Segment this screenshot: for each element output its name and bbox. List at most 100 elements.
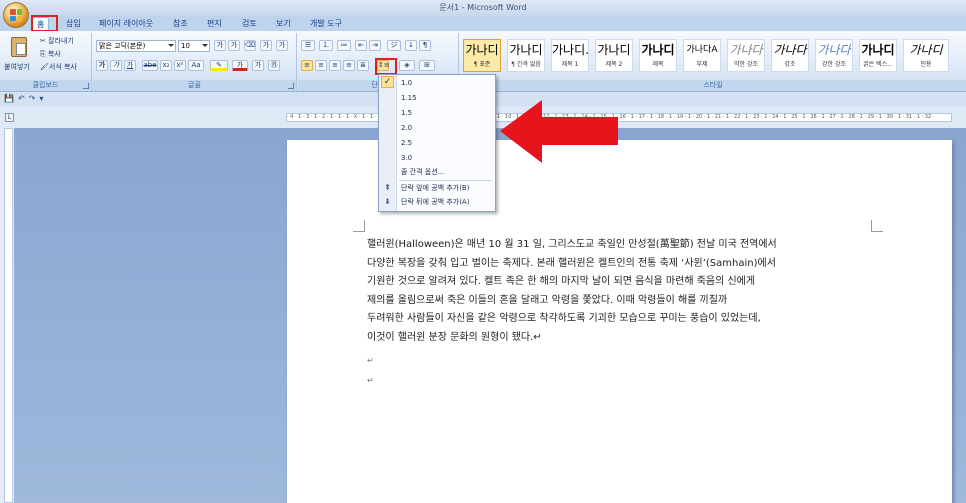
decrease-indent-button[interactable]: ⇤ [355, 40, 367, 51]
style-sample: 가나디 [641, 43, 675, 57]
clear-format-button[interactable]: ⌫ [244, 40, 256, 51]
tab-references[interactable]: 참조 [169, 17, 192, 31]
spacing-option-1-5[interactable]: 1.5 [401, 106, 412, 120]
format-painter-button[interactable]: 🖌서식 복사 [40, 61, 77, 73]
font-color-button[interactable]: 가 [232, 60, 248, 71]
shrink-font-icon: 가 [230, 41, 238, 49]
bullets-button[interactable]: ☰ [301, 40, 315, 51]
tab-page-layout[interactable]: 페이지 레이아웃 [95, 17, 157, 31]
tab-view[interactable]: 보기 [272, 17, 295, 31]
font-name-combo[interactable]: 맑은 고딕(본문) [96, 40, 176, 52]
shading-button[interactable]: ◈ [399, 60, 415, 71]
spacing-option-1-15[interactable]: 1.15 [401, 91, 417, 105]
style-quote[interactable]: 가나디 인용 [903, 39, 949, 72]
margin-corner-mark [353, 220, 365, 232]
paint-bucket-icon: ◈ [404, 61, 410, 69]
tab-selector[interactable]: L [5, 113, 14, 122]
style-subtitle[interactable]: 가나다A 부제 [683, 39, 721, 72]
highlighter-icon: ✎ [216, 61, 222, 69]
spacing-option-1-0[interactable]: 1.0 [401, 76, 412, 90]
style-heading-1[interactable]: 가나디. 제목 1 [551, 39, 589, 72]
paste-button[interactable]: 붙여넣기 [4, 35, 32, 79]
copy-button[interactable]: ⎘ 복사 [40, 48, 61, 60]
borders-icon: ⊞ [424, 61, 430, 69]
subscript-button[interactable]: x₂ [160, 60, 172, 71]
paste-label: 붙여넣기 [4, 63, 30, 71]
tab-developer[interactable]: 개발 도구 [306, 17, 346, 31]
align-left-icon: ≡ [304, 61, 310, 69]
underline-button[interactable]: 가 [124, 60, 136, 71]
document-body[interactable]: 핼러윈(Halloween)은 매년 10 월 31 일, 그리스도교 축일인 … [367, 236, 867, 347]
vertical-ruler[interactable] [4, 128, 13, 503]
change-case-icon: Aa [191, 61, 201, 69]
bullets-icon: ☰ [304, 41, 312, 49]
change-case-button[interactable]: Aa [188, 60, 204, 71]
shrink-font-button[interactable]: 가 [228, 40, 240, 51]
brush-icon: 🖌 [40, 63, 49, 71]
style-intense-emphasis[interactable]: 가나다 강한 강조 [815, 39, 853, 72]
show-marks-button[interactable]: ¶ [419, 40, 431, 51]
add-space-before-item[interactable]: 단락 앞에 공백 추가(B) [401, 181, 469, 195]
window-title: 문서1 - Microsoft Word [439, 3, 527, 12]
multilevel-list-button[interactable]: ≔ [337, 40, 351, 51]
style-subtle-emphasis[interactable]: 가나다 약한 강조 [727, 39, 765, 72]
style-strong[interactable]: 가나디 굵은 텍스... [859, 39, 897, 72]
char-shading-button[interactable]: 가 [252, 60, 264, 71]
office-logo-icon [10, 9, 22, 21]
phonetic-icon: 가 [262, 41, 270, 49]
line-spacing-options-item[interactable]: 줄 간격 옵션... [401, 165, 444, 179]
align-right-button[interactable]: ≡ [329, 60, 341, 71]
increase-indent-button[interactable]: ⇥ [369, 40, 381, 51]
style-name: ¶ 표준 [473, 61, 491, 68]
font-size-combo[interactable]: 10 [178, 40, 210, 52]
justify-button[interactable]: ≡ [343, 60, 355, 71]
font-group: 맑은 고딕(본문) 10 가 가 ⌫ 가 가 가 가 가 abe x₂ x² A… [93, 33, 297, 91]
style-normal[interactable]: 가나디 ¶ 표준 [463, 39, 501, 72]
borders-button[interactable]: ⊞ [419, 60, 435, 71]
style-title[interactable]: 가나디 제목 [639, 39, 677, 72]
center-button[interactable]: ≡ [315, 60, 327, 71]
font-size-value: 10 [181, 42, 190, 50]
numbering-button[interactable]: ⒈ [319, 40, 333, 51]
underline-icon: 가 [126, 61, 134, 69]
font-dialog-launcher[interactable] [288, 83, 294, 89]
char-border-icon: 가 [278, 41, 286, 49]
enclose-char-button[interactable]: ㊊ [268, 60, 280, 71]
bold-button[interactable]: 가 [96, 60, 108, 71]
distributed-button[interactable]: ≣ [357, 60, 369, 71]
sort-button[interactable]: ↓ [405, 40, 417, 51]
customize-qat-icon[interactable]: ▾ [39, 94, 43, 103]
spacing-option-2-0[interactable]: 2.0 [401, 121, 412, 135]
clipboard-dialog-launcher[interactable] [83, 83, 89, 89]
text-line: 두려워한 사람들이 자신을 같은 악령으로 착각하도록 기괴한 모습으로 꾸미는… [367, 313, 761, 324]
style-no-spacing[interactable]: 가나디 ¶ 간격 없음 [507, 39, 545, 72]
cut-button[interactable]: ✂ 잘라내기 [40, 35, 74, 47]
phonetic-guide-button[interactable]: 가 [260, 40, 272, 51]
grow-font-icon: 가 [216, 41, 224, 49]
redo-icon[interactable]: ↷ [29, 94, 36, 103]
asian-layout-icon: ジ [390, 41, 398, 49]
grow-font-button[interactable]: 가 [214, 40, 226, 51]
highlight-color-button[interactable]: ✎ [210, 60, 228, 71]
spacing-option-3-0[interactable]: 3.0 [401, 151, 412, 165]
tab-review[interactable]: 검토 [238, 17, 261, 31]
add-space-after-item[interactable]: 단락 뒤에 공백 추가(A) [401, 195, 469, 209]
strikethrough-button[interactable]: abe [142, 60, 158, 71]
style-emphasis[interactable]: 가나다 강조 [771, 39, 809, 72]
style-sample: 가나디. [552, 43, 588, 57]
char-border-button[interactable]: 가 [276, 40, 288, 51]
italic-button[interactable]: 가 [110, 60, 122, 71]
superscript-button[interactable]: x² [174, 60, 186, 71]
save-icon[interactable]: 💾 [4, 94, 14, 103]
justify-left-button[interactable]: ≡ [301, 60, 313, 71]
office-button[interactable] [3, 2, 29, 28]
undo-icon[interactable]: ↶ [18, 94, 25, 103]
asian-layout-button[interactable]: ジ [387, 40, 401, 51]
eraser-icon: ⌫ [245, 41, 255, 49]
spacing-option-2-5[interactable]: 2.5 [401, 136, 412, 150]
tab-mailings[interactable]: 편지 [203, 17, 226, 31]
text-line: 제의를 올림으로써 죽은 이들의 혼을 달래고 악령을 쫓았다. 이때 악령들이… [367, 294, 728, 306]
style-heading-2[interactable]: 가나디 제목 2 [595, 39, 633, 72]
text-line: 다양한 복장을 갖춰 입고 벌이는 축제다. 본래 핼러윈은 켈트인의 전통 축… [367, 257, 776, 269]
tab-insert[interactable]: 삽입 [62, 17, 85, 31]
